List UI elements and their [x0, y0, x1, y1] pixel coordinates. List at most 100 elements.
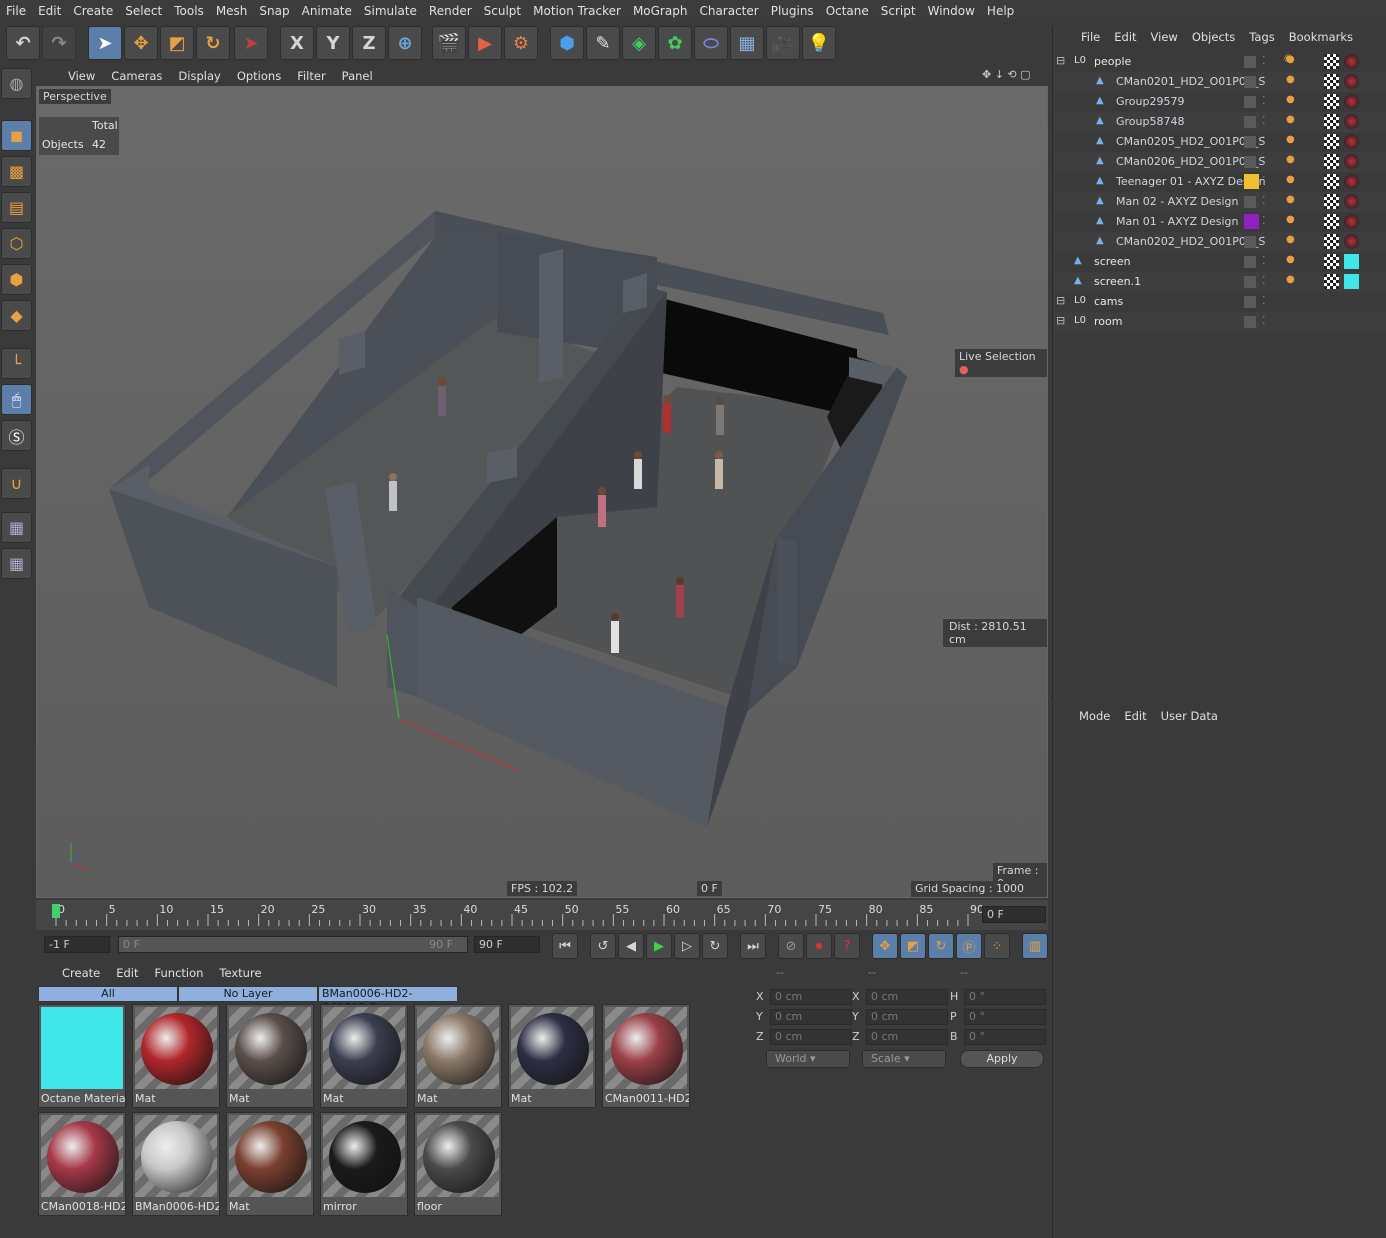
timeline-button[interactable]: ▥	[1022, 933, 1048, 959]
render-settings-button[interactable]: ⚙	[504, 26, 538, 60]
menu-snap[interactable]: Snap	[253, 4, 295, 18]
axis-mode-button[interactable]: └	[1, 348, 32, 379]
material-swatch[interactable]: BMan0006-HD2-(	[132, 1112, 220, 1216]
menu-motion-tracker[interactable]: Motion Tracker	[527, 4, 627, 18]
recent-tool-button[interactable]: ➤	[234, 26, 268, 60]
render-picture-viewer-button[interactable]: ▶	[468, 26, 502, 60]
visibility-toggle-icon[interactable]	[1244, 236, 1256, 248]
goto-start-button[interactable]: ⏮	[552, 933, 578, 959]
viewport-menu-panel[interactable]: Panel	[334, 69, 381, 83]
visibility-toggle-icon[interactable]	[1244, 76, 1256, 88]
material-tag-icon[interactable]	[1344, 194, 1359, 209]
object-row[interactable]: ▲ CMan0201_HD2_O01P01_S ⁚ ●	[1054, 72, 1386, 92]
goto-end-button[interactable]: ⏭	[740, 933, 766, 959]
visibility-toggle-icon[interactable]	[1244, 276, 1256, 288]
material-swatch[interactable]: mirror	[320, 1112, 408, 1216]
render-dots-icon[interactable]: ⁚	[1262, 174, 1266, 187]
menu-window[interactable]: Window	[922, 4, 981, 18]
rotate-tool-button[interactable]: ↻	[196, 26, 230, 60]
material-tag-icon[interactable]	[1344, 54, 1359, 69]
texture-checker-icon[interactable]	[1324, 74, 1339, 89]
object-row[interactable]: ▲ CMan0202_HD2_O01P01_S ⁚ ●	[1054, 232, 1386, 252]
material-tag-icon[interactable]	[1344, 114, 1359, 129]
render-dots-icon[interactable]: ⁚	[1262, 214, 1266, 227]
material-swatch[interactable]: Mat	[508, 1004, 596, 1108]
material-tag-icon[interactable]	[1344, 94, 1359, 109]
visibility-toggle-icon[interactable]	[1244, 256, 1256, 268]
material-tag-icon[interactable]	[1344, 174, 1359, 189]
layer-tab-bman[interactable]: BMan0006-HD2-O01P05-S	[318, 986, 458, 1014]
object-row[interactable]: ▲ CMan0205_HD2_O01P01_S ⁚ ●	[1054, 132, 1386, 152]
phong-tag-icon[interactable]: ●	[1286, 274, 1301, 289]
undo-button[interactable]: ↶	[6, 26, 40, 60]
make-editable-button[interactable]: ◍	[1, 68, 32, 99]
polygons-mode-button[interactable]: ◆	[1, 300, 32, 331]
material-menu-texture[interactable]: Texture	[211, 966, 269, 980]
material-tag-icon[interactable]	[1344, 154, 1359, 169]
viewport-menu-filter[interactable]: Filter	[289, 69, 333, 83]
live-selection-button[interactable]: ➤	[88, 26, 122, 60]
menu-character[interactable]: Character	[693, 4, 764, 18]
object-menu-view[interactable]: View	[1144, 30, 1185, 44]
expand-toggle-icon[interactable]: ⊟	[1056, 54, 1065, 67]
object-row[interactable]: ▲ Group58748 ⁚ ●	[1054, 112, 1386, 132]
material-tag-icon[interactable]	[1344, 274, 1359, 289]
object-row[interactable]: ▲ CMan0206_HD2_O01P01_S ⁚ ●	[1054, 152, 1386, 172]
object-row[interactable]: ⊟ L0 people ⁚ ●	[1054, 52, 1386, 72]
object-menu-objects[interactable]: Objects	[1185, 30, 1242, 44]
tweak-mode-button[interactable]: 🖱	[1, 384, 32, 415]
material-swatch[interactable]: Mat	[414, 1004, 502, 1108]
cube-object-button[interactable]: ⬢	[550, 26, 584, 60]
render-dots-icon[interactable]: ⁚	[1262, 154, 1266, 167]
snap-button[interactable]: ∪	[1, 468, 32, 499]
texture-mode-button[interactable]: ▩	[1, 156, 32, 187]
current-frame-field[interactable]: 0 F	[982, 906, 1046, 923]
texture-checker-icon[interactable]	[1324, 134, 1339, 149]
coord-value-field[interactable]: 0 cm	[770, 1029, 852, 1045]
render-dots-icon[interactable]: ⁚	[1262, 314, 1266, 327]
material-tag-icon[interactable]	[1344, 134, 1359, 149]
cloner-button[interactable]: ✿	[658, 26, 692, 60]
material-swatch[interactable]: Octane Material	[38, 1004, 126, 1108]
visibility-toggle-icon[interactable]	[1244, 296, 1256, 308]
phong-tag-icon[interactable]: ●	[1286, 234, 1301, 249]
texture-checker-icon[interactable]	[1324, 114, 1339, 129]
object-row[interactable]: ▲ screen ⁚ ●	[1054, 252, 1386, 272]
key-pla-button[interactable]: ⁘	[984, 933, 1010, 959]
record-key-button[interactable]: ⏺	[806, 933, 832, 959]
viewport-nav-icons[interactable]: ✥ ↓ ⟲ ▢	[982, 68, 1031, 81]
workplane-mode-button[interactable]: ▤	[1, 192, 32, 223]
prev-key-button[interactable]: ↺	[590, 933, 616, 959]
edges-mode-button[interactable]: ⬢	[1, 264, 32, 295]
texture-checker-icon[interactable]	[1324, 154, 1339, 169]
prev-frame-button[interactable]: ◀	[618, 933, 644, 959]
render-dots-icon[interactable]: ⁚	[1262, 134, 1266, 147]
motion-record-button[interactable]: ⊘	[778, 933, 804, 959]
frame-range-slider[interactable]: 0 F 90 F	[118, 936, 468, 953]
material-swatch[interactable]: Mat	[320, 1004, 408, 1108]
move-tool-button[interactable]: ✥	[124, 26, 158, 60]
coord-value-field[interactable]: 0 cm	[770, 989, 852, 1005]
redo-button[interactable]: ↷	[42, 26, 76, 60]
phong-tag-icon[interactable]: ●	[1286, 114, 1301, 129]
menu-plugins[interactable]: Plugins	[765, 4, 820, 18]
material-swatch[interactable]: floor	[414, 1112, 502, 1216]
menu-tools[interactable]: Tools	[168, 4, 210, 18]
phong-tag-icon[interactable]: ●	[1286, 74, 1301, 89]
render-dots-icon[interactable]: ⁚	[1262, 234, 1266, 247]
coord-value-field[interactable]: 0 °	[964, 989, 1046, 1005]
next-key-button[interactable]: ↻	[702, 933, 728, 959]
layer-eye-icon[interactable]: ◉	[1284, 53, 1293, 64]
coord-value-field[interactable]: 0 cm	[770, 1009, 852, 1025]
expand-toggle-icon[interactable]: ⊟	[1056, 314, 1065, 327]
material-swatch[interactable]: CMan0011-HD2-(	[602, 1004, 690, 1108]
coord-value-field[interactable]: 0 cm	[866, 989, 948, 1005]
render-dots-icon[interactable]: ⁚	[1262, 274, 1266, 287]
perspective-viewport[interactable]: Perspective Total Objects 42 Live Select…	[36, 86, 1048, 898]
coordinate-system-button[interactable]: ⊕	[388, 26, 422, 60]
coord-value-field[interactable]: 0 cm	[866, 1009, 948, 1025]
key-scale-button[interactable]: ◩	[900, 933, 926, 959]
phong-tag-icon[interactable]: ●	[1286, 174, 1301, 189]
render-dots-icon[interactable]: ⁚	[1262, 114, 1266, 127]
material-tag-icon[interactable]	[1344, 234, 1359, 249]
